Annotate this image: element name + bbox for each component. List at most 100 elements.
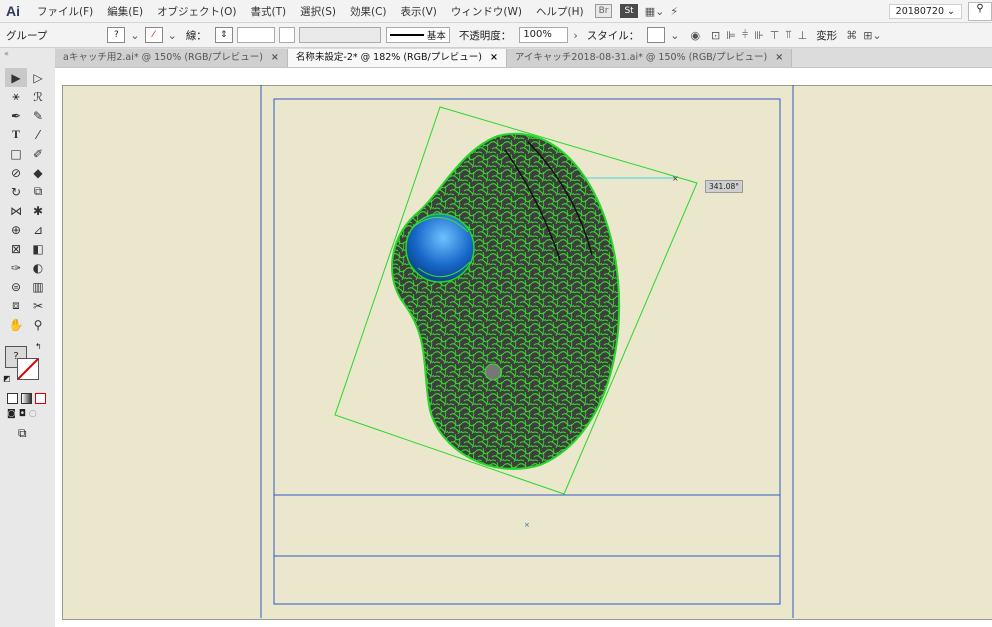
- search-icon[interactable]: ⚲: [968, 2, 992, 21]
- menu-help[interactable]: ヘルプ(H): [529, 4, 591, 19]
- menu-edit[interactable]: 編集(E): [100, 4, 150, 19]
- align-center-icon[interactable]: ⫩: [742, 28, 748, 42]
- workspace-switcher[interactable]: 20180720 ⌄: [888, 4, 962, 19]
- stroke-label: 線：: [185, 29, 207, 42]
- brush-dropdown[interactable]: [298, 27, 381, 43]
- artboard-icon[interactable]: ⧈: [5, 296, 27, 315]
- curvature-icon[interactable]: ✎: [27, 106, 49, 125]
- tab-label: 名称未設定-2* @ 182% (RGB/プレビュー): [295, 52, 482, 63]
- scale-icon[interactable]: ⧉: [27, 182, 49, 201]
- stock-icon[interactable]: St: [620, 4, 638, 18]
- panel-options-icon[interactable]: ⊞⌄: [863, 29, 881, 42]
- align-bottom-icon[interactable]: ⊥: [798, 29, 808, 42]
- bridge-icon[interactable]: Br: [594, 4, 613, 18]
- document-tabs: aキャッチ用2.ai* @ 150% (RGB/プレビュー) × 名称未設定-2*…: [55, 48, 992, 68]
- arrange-documents-icon[interactable]: ▦⌄: [645, 5, 665, 18]
- tools-panel: « ▶ ▷ ⚹ ℛ ✒ ✎ T ⁄ □ ✐ ⊘ ◆ ↻ ⧉ ⋈ ✱ ⊕ ⊿ ⊠ …: [0, 48, 56, 627]
- stroke-swatch[interactable]: ⁄: [144, 27, 163, 43]
- mesh-icon[interactable]: ⊠: [5, 239, 27, 258]
- stroke-profile-label: 基本: [426, 31, 446, 42]
- transform-label[interactable]: 変形: [816, 28, 837, 43]
- opacity-field[interactable]: 100%: [519, 27, 569, 43]
- align-top-icon[interactable]: ⊤: [770, 29, 780, 42]
- draw-inside-icon[interactable]: ○: [29, 409, 37, 419]
- screen-mode-icon[interactable]: ⧉: [18, 426, 27, 441]
- perspective-icon[interactable]: ⊿: [27, 220, 49, 239]
- chevron-right-icon[interactable]: ›: [573, 29, 577, 42]
- gradient-icon[interactable]: ◧: [27, 239, 49, 258]
- graph-icon[interactable]: ▥: [27, 277, 49, 296]
- chevron-down-icon[interactable]: ⌄: [168, 29, 177, 42]
- blend-icon[interactable]: ◐: [27, 258, 49, 277]
- puppet-warp-icon[interactable]: ✱: [27, 201, 49, 220]
- menu-view[interactable]: 表示(V): [394, 4, 444, 19]
- symbol-sprayer-icon[interactable]: ⊜: [5, 277, 27, 296]
- zoom-icon[interactable]: ⚲: [27, 315, 49, 334]
- gpu-performance-icon[interactable]: ⚡: [670, 5, 678, 18]
- eyedropper-icon[interactable]: ✑: [5, 258, 27, 277]
- width-icon[interactable]: ⋈: [5, 201, 27, 220]
- lasso-icon[interactable]: ℛ: [27, 87, 49, 106]
- shape-builder-icon[interactable]: ⊕: [5, 220, 27, 239]
- selection-icon[interactable]: ▶: [5, 68, 27, 87]
- align-to-icon[interactable]: ⊡: [711, 29, 720, 42]
- color-mode-row: [7, 393, 46, 404]
- menu-effect[interactable]: 効果(C): [343, 4, 394, 19]
- eraser-icon[interactable]: ◆: [27, 163, 49, 182]
- tab-document-3[interactable]: アイキャッチ2018-08-31.ai* @ 150% (RGB/プレビュー) ×: [506, 49, 793, 67]
- align-right-icon[interactable]: ⊪: [754, 29, 764, 42]
- menu-window[interactable]: ウィンドウ(W): [444, 4, 529, 19]
- line-icon[interactable]: ⁄: [27, 125, 49, 144]
- magic-wand-icon[interactable]: ⚹: [5, 87, 27, 106]
- menu-file[interactable]: ファイル(F): [30, 4, 100, 19]
- draw-behind-icon[interactable]: ◘: [19, 409, 26, 419]
- menu-object[interactable]: オブジェクト(O): [150, 4, 243, 19]
- none-icon[interactable]: [35, 393, 46, 404]
- slice-icon[interactable]: ✂: [27, 296, 49, 315]
- artboard[interactable]: [62, 85, 992, 620]
- rectangle-icon[interactable]: □: [5, 144, 27, 163]
- tab-label: アイキャッチ2018-08-31.ai* @ 150% (RGB/プレビュー): [514, 52, 768, 63]
- stroke-swatch-large[interactable]: [17, 358, 39, 380]
- gradient-mode-icon[interactable]: [21, 393, 32, 404]
- align-middle-icon[interactable]: ⫪: [785, 28, 791, 42]
- stroke-weight-field[interactable]: [236, 27, 275, 43]
- tab-document-1[interactable]: aキャッチ用2.ai* @ 150% (RGB/プレビュー) ×: [55, 49, 288, 67]
- stroke-weight-stepper[interactable]: ⇕: [214, 27, 233, 43]
- fill-stroke-widget[interactable]: ? ↰ ◩: [3, 342, 45, 386]
- fill-swatch[interactable]: ?: [107, 27, 126, 43]
- opacity-label[interactable]: 不透明度：: [459, 28, 512, 43]
- paintbrush-icon[interactable]: ✐: [27, 144, 49, 163]
- style-label: スタイル：: [586, 29, 640, 42]
- color-icon[interactable]: [7, 393, 18, 404]
- control-bar: グループ ? ⌄ ⁄ ⌄ 線： ⇕ 基本 不透明度： 100% › スタイル： …: [0, 23, 992, 48]
- tab-label: aキャッチ用2.ai* @ 150% (RGB/プレビュー): [63, 52, 263, 63]
- default-fill-stroke-icon[interactable]: ◩: [3, 374, 11, 383]
- draw-normal-icon[interactable]: ◙: [7, 409, 16, 419]
- close-icon[interactable]: ×: [271, 52, 279, 63]
- type-icon[interactable]: T: [5, 125, 27, 144]
- direct-selection-icon[interactable]: ▷: [27, 68, 49, 87]
- align-left-icon[interactable]: ⊫: [726, 29, 736, 42]
- app-logo: Ai: [6, 3, 20, 19]
- menu-select[interactable]: 選択(S): [293, 4, 343, 19]
- isolate-group-icon[interactable]: ⌘: [846, 29, 857, 42]
- close-icon[interactable]: ×: [490, 52, 498, 63]
- shaper-icon[interactable]: ⊘: [5, 163, 27, 182]
- hand-icon[interactable]: ✋: [5, 315, 27, 334]
- collapse-panel-icon[interactable]: «: [0, 48, 55, 59]
- rotate-icon[interactable]: ↻: [5, 182, 27, 201]
- selection-type-label: グループ: [6, 29, 48, 42]
- stroke-profile-dropdown[interactable]: 基本: [385, 27, 450, 43]
- tab-document-2[interactable]: 名称未設定-2* @ 182% (RGB/プレビュー) ×: [287, 49, 507, 67]
- variable-width-dropdown[interactable]: [278, 27, 295, 43]
- chevron-down-icon[interactable]: ⌄: [130, 29, 139, 42]
- recolor-artwork-icon[interactable]: ◉: [690, 29, 700, 42]
- draw-mode-row: ◙ ◘ ○: [7, 409, 37, 419]
- pen-icon[interactable]: ✒: [5, 106, 27, 125]
- chevron-down-icon[interactable]: ⌄: [670, 29, 679, 42]
- menu-type[interactable]: 書式(T): [244, 4, 294, 19]
- swap-fill-stroke-icon[interactable]: ↰: [35, 342, 42, 351]
- graphic-style-swatch[interactable]: [647, 27, 666, 43]
- close-icon[interactable]: ×: [775, 52, 783, 63]
